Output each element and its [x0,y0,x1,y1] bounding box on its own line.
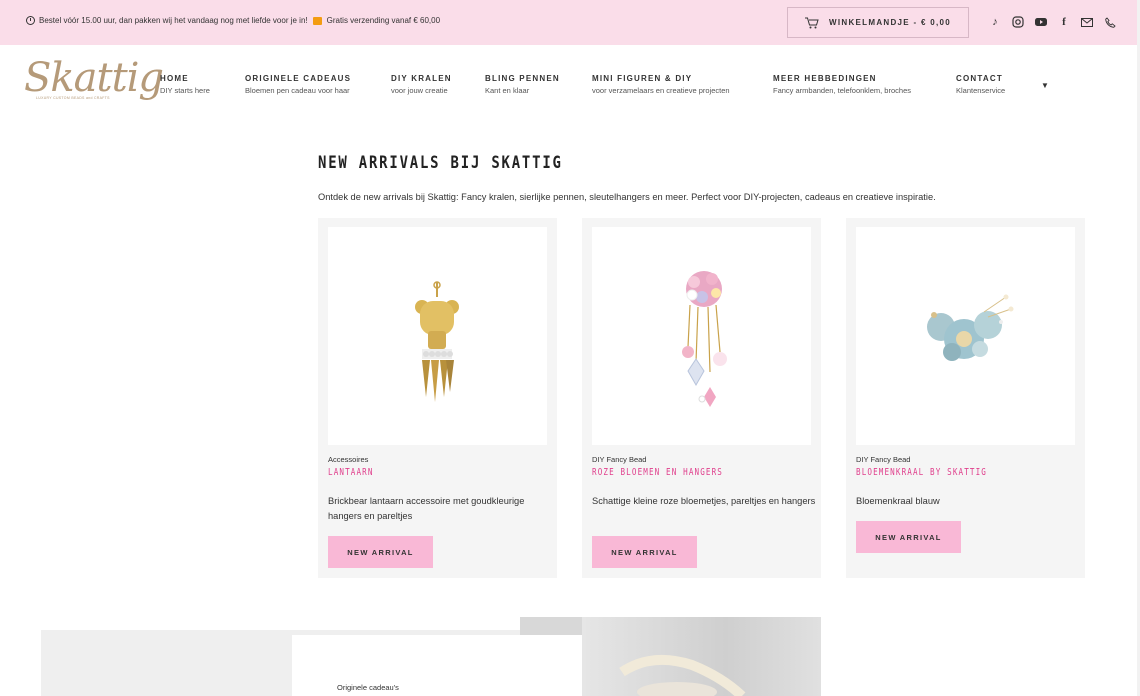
nav-subtitle: Kant en klaar [485,86,530,95]
product-name[interactable]: ROZE BLOEMEN EN HANGERS [592,467,723,478]
new-arrival-button[interactable]: NEW ARRIVAL [856,521,961,553]
logo[interactable]: Skattig LUXURY CUSTOM BEADS and CRAFTS [24,55,164,110]
nav-title: DIY KRALEN [391,74,452,83]
nav-subtitle: Fancy armbanden, telefoonklem, broches [773,86,911,95]
nav-title: HOME [160,74,189,83]
product-card[interactable]: DIY Fancy Bead ROZE BLOEMEN EN HANGERS S… [582,218,821,578]
nav-item-bling-pennen[interactable]: BLING PENNEN Kant en klaar [485,74,560,95]
product-category: DIY Fancy Bead [856,455,911,464]
nav-item-home[interactable]: HOME DIY starts here [160,74,210,95]
product-image-lantaarn[interactable] [328,227,547,445]
cart-label: WINKELMANDJE - € 0,00 [829,18,951,27]
shipping-notice: Bestel vóór 15.00 uur, dan pakken wij he… [26,16,440,25]
instagram-icon[interactable] [1011,15,1025,29]
tiktok-icon[interactable]: ♪ [988,15,1002,29]
nav-title: ORIGINELE CADEAUS [245,74,352,83]
shipping-text: Gratis verzending vanaf € 60,00 [326,16,441,25]
nav-title: MEER HEBBEDINGEN [773,74,877,83]
product-name[interactable]: LANTAARN [328,467,374,478]
facebook-icon[interactable]: f [1057,15,1071,29]
new-arrival-button[interactable]: NEW ARRIVAL [592,536,697,568]
notice-text: Bestel vóór 15.00 uur, dan pakken wij he… [39,16,308,25]
nav-item-contact[interactable]: CONTACT Klantenservice [956,74,1005,95]
nav-item-meer-hebbedingen[interactable]: MEER HEBBEDINGEN Fancy armbanden, telefo… [773,74,911,95]
new-arrival-button[interactable]: NEW ARRIVAL [328,536,433,568]
nav-item-mini-figuren[interactable]: MINI FIGUREN & DIY voor verzamelaars en … [592,74,730,95]
nav-subtitle: voor verzamelaars en creatieve projecten [592,86,730,95]
clock-icon [26,16,35,25]
nav-subtitle: Bloemen pen cadeau voor haar [245,86,350,95]
nav-item-originele-cadeaus[interactable]: ORIGINELE CADEAUS Bloemen pen cadeau voo… [245,74,351,95]
product-image-roze-bloemen[interactable] [592,227,811,445]
promo-panel: Originele cadeau's [292,635,582,696]
product-category: DIY Fancy Bead [592,455,647,464]
product-description: Bloemenkraal blauw [856,496,940,506]
cart-icon [805,17,819,28]
nav-subtitle: Klantenservice [956,86,1006,95]
product-description: Schattige kleine roze bloemetjes, parelt… [592,496,816,506]
mail-icon[interactable] [1080,15,1094,29]
phone-icon[interactable] [1103,15,1117,29]
product-description: Brickbear lantaarn accessoire met goudkl… [328,496,525,521]
product-image-bloemenkraal[interactable] [856,227,1075,445]
product-name[interactable]: BLOEMENKRAAL BY SKATTIG [856,467,987,478]
nav-subtitle: voor jouw creatie [391,86,448,95]
promo-image[interactable] [582,617,821,696]
nav-title: BLING PENNEN [485,74,560,83]
promo-image-edge [520,617,582,635]
page-title: NEW ARRIVALS BIJ SKATTIG [318,153,563,173]
nav-title: CONTACT [956,74,1003,83]
promo-label[interactable]: Originele cadeau's [337,683,399,692]
product-card[interactable]: Accessoires LANTAARN Brickbear lantaarn … [318,218,557,578]
cart-button[interactable]: WINKELMANDJE - € 0,00 [787,7,969,38]
page-intro: Ontdek de new arrivals bij Skattig: Fanc… [318,192,936,202]
nav-subtitle: DIY starts here [160,86,210,95]
product-card[interactable]: DIY Fancy Bead BLOEMENKRAAL BY SKATTIG B… [846,218,1085,578]
truck-icon [312,16,322,25]
nav-title: MINI FIGUREN & DIY [592,74,693,83]
logo-text: Skattig [24,55,164,101]
social-links: ♪ f [988,15,1117,29]
youtube-icon[interactable] [1034,15,1048,29]
nav-item-diy-kralen[interactable]: DIY KRALEN voor jouw creatie [391,74,452,95]
chevron-down-icon[interactable]: ▼ [1041,81,1049,90]
product-category: Accessoires [328,455,369,464]
top-bar: Bestel vóór 15.00 uur, dan pakken wij he… [0,0,1140,45]
